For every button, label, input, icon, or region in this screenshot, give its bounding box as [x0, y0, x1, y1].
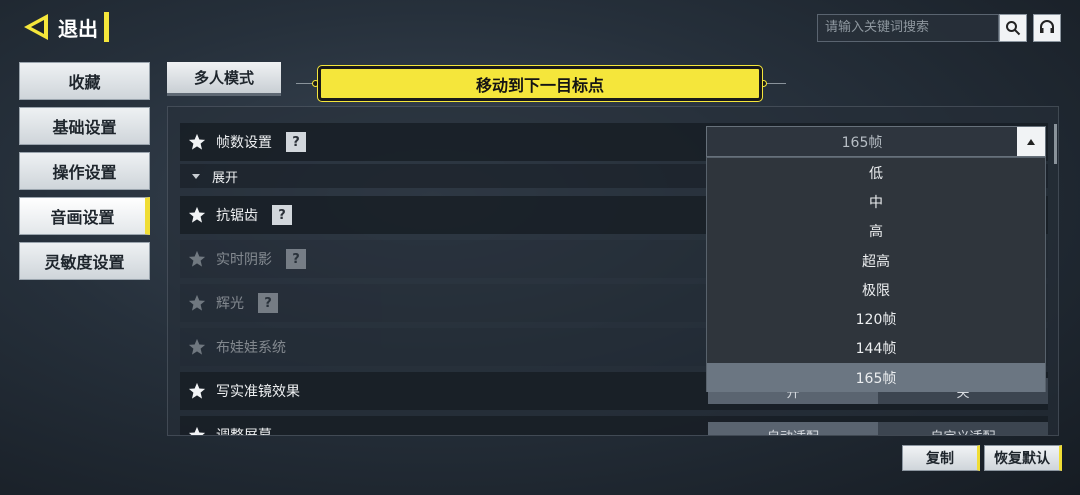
setting-label: 帧数设置	[216, 135, 272, 151]
scrollbar[interactable]	[1054, 124, 1057, 164]
star-icon[interactable]	[188, 133, 206, 151]
frame-rate-select[interactable]: 165帧	[706, 126, 1046, 157]
sidebar-item-favorites[interactable]: 收藏	[19, 62, 150, 100]
dropdown-option[interactable]: 高	[707, 217, 1045, 246]
adjust-screen-toggle[interactable]: 自动适配 自定义适配	[708, 422, 1048, 436]
sidebar-item-control-settings[interactable]: 操作设置	[19, 152, 150, 190]
help-icon[interactable]: ?	[272, 205, 292, 225]
frame-rate-options: 低 中 高 超高 极限 120帧 144帧 165帧	[706, 157, 1046, 393]
search-input[interactable]: 请输入关键词搜索	[817, 14, 999, 42]
sidebar-item-sensitivity-settings[interactable]: 灵敏度设置	[19, 242, 150, 280]
setting-label: 辉光	[216, 296, 244, 312]
exit-label: 退出	[58, 16, 98, 41]
star-icon[interactable]	[188, 426, 206, 436]
star-icon[interactable]	[188, 206, 206, 224]
star-icon[interactable]	[188, 294, 206, 312]
expand-label: 展开	[212, 170, 239, 186]
dropdown-option[interactable]: 120帧	[707, 304, 1045, 333]
tab-multiplayer[interactable]: 多人模式	[167, 62, 281, 96]
caret-down-icon	[192, 173, 200, 179]
sidebar-item-audio-visual-settings[interactable]: 音画设置	[19, 197, 150, 235]
banner-line-right	[766, 83, 786, 84]
copy-button[interactable]: 复制	[902, 445, 980, 471]
dropdown-option[interactable]: 极限	[707, 275, 1045, 304]
exit-accent-bar	[104, 12, 109, 42]
dropdown-option-selected[interactable]: 165帧	[707, 363, 1045, 393]
caret-up-icon	[1027, 138, 1035, 145]
reset-default-button[interactable]: 恢复默认	[984, 445, 1062, 471]
dropdown-toggle[interactable]	[1017, 127, 1045, 156]
star-icon[interactable]	[188, 250, 206, 268]
back-arrow-icon	[24, 14, 48, 40]
setting-label: 布娃娃系统	[216, 340, 286, 356]
setting-label: 调整屏幕	[216, 428, 272, 436]
option-auto[interactable]: 自动适配	[708, 422, 878, 435]
help-icon[interactable]: ?	[286, 249, 306, 269]
help-icon[interactable]: ?	[258, 293, 278, 313]
setting-label: 写实准镜效果	[216, 384, 300, 400]
setting-label: 实时阴影	[216, 252, 272, 268]
exit-button[interactable]: 退出	[22, 10, 109, 44]
star-icon[interactable]	[188, 338, 206, 356]
tutorial-banner: 移动到下一目标点	[318, 66, 762, 101]
headset-icon	[1040, 20, 1054, 33]
star-icon[interactable]	[188, 382, 206, 400]
dropdown-option[interactable]: 中	[707, 187, 1045, 216]
dropdown-option[interactable]: 超高	[707, 246, 1045, 275]
option-custom[interactable]: 自定义适配	[878, 422, 1048, 436]
selected-value: 165帧	[841, 134, 883, 151]
support-button[interactable]	[1033, 14, 1061, 42]
help-icon[interactable]: ?	[286, 132, 306, 152]
setting-row-adjust-screen: 调整屏幕 自动适配 自定义适配	[180, 416, 1048, 436]
search-icon	[1006, 21, 1021, 36]
sidebar-item-basic-settings[interactable]: 基础设置	[19, 107, 150, 145]
dropdown-option[interactable]: 低	[707, 158, 1045, 187]
setting-label: 抗锯齿	[216, 208, 258, 224]
dropdown-option[interactable]: 144帧	[707, 334, 1045, 363]
search-button[interactable]	[999, 14, 1027, 42]
